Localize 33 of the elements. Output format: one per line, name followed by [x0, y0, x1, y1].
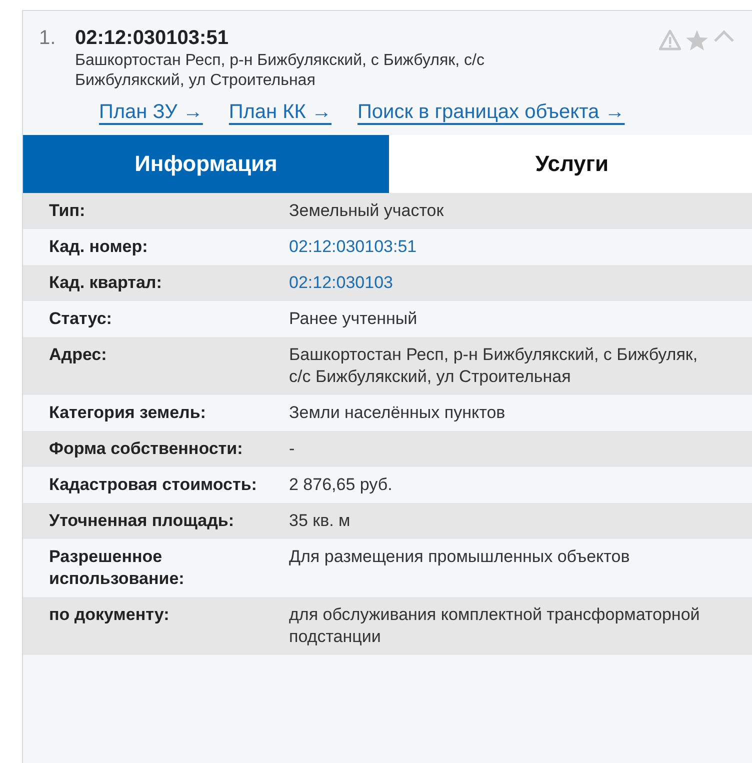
plan-link[interactable]: План КК →	[228, 101, 332, 131]
field-label: Кад. номер:	[49, 236, 149, 258]
field-label: по документу:	[49, 604, 170, 626]
field-value: Для размещения промышленных объектов	[289, 546, 631, 568]
field-label: Адрес:	[49, 344, 108, 366]
plan-link[interactable]: План ЗУ →	[99, 101, 203, 131]
field-value: 2 876,65 руб.	[289, 474, 394, 496]
field-label: Статус:	[49, 308, 113, 330]
chevron-up-icon[interactable]	[713, 29, 735, 43]
address-text: Башкортостан Респ, р-н Бижбулякский, с Бижбуляк, с/с Бижбулякский, ул Строительная	[75, 51, 486, 91]
field-value: Ранее учтенный	[289, 308, 418, 330]
field-label: Тип:	[49, 200, 86, 222]
field-value-link[interactable]: 02:12:030103	[289, 272, 714, 294]
field-label: Уточненная площадь:	[49, 510, 235, 532]
result-number: 1.	[38, 26, 57, 51]
field-value: для обслуживания комплектной трансформаторной подстанции	[289, 604, 701, 648]
tab[interactable]: Услуги	[389, 135, 752, 193]
field-value: -	[289, 438, 296, 460]
plan-link[interactable]: Поиск в границах объекта →	[358, 101, 625, 131]
star-icon[interactable]	[685, 29, 709, 51]
field-label: Категория земель:	[49, 402, 207, 424]
field-label: Форма собственности:	[49, 438, 244, 460]
warning-icon[interactable]	[659, 29, 681, 51]
field-label: Разрешенное использование:	[49, 546, 186, 590]
field-value: Башкортостан Респ, р-н Бижбулякский, с Бижбуляк, с/с Бижбулякский, ул Строительная	[289, 344, 699, 388]
cadastral-number-title: 02:12:030103:51	[75, 26, 230, 51]
tab[interactable]: Информация	[23, 135, 389, 193]
field-value: Земли населённых пунктов	[289, 402, 506, 424]
field-value: 35 кв. м	[289, 510, 352, 532]
field-value: Земельный участок	[289, 200, 445, 222]
field-label: Кад. квартал:	[49, 272, 163, 294]
field-label: Кадастровая стоимость:	[49, 474, 258, 496]
field-value-link[interactable]: 02:12:030103:51	[289, 236, 714, 258]
